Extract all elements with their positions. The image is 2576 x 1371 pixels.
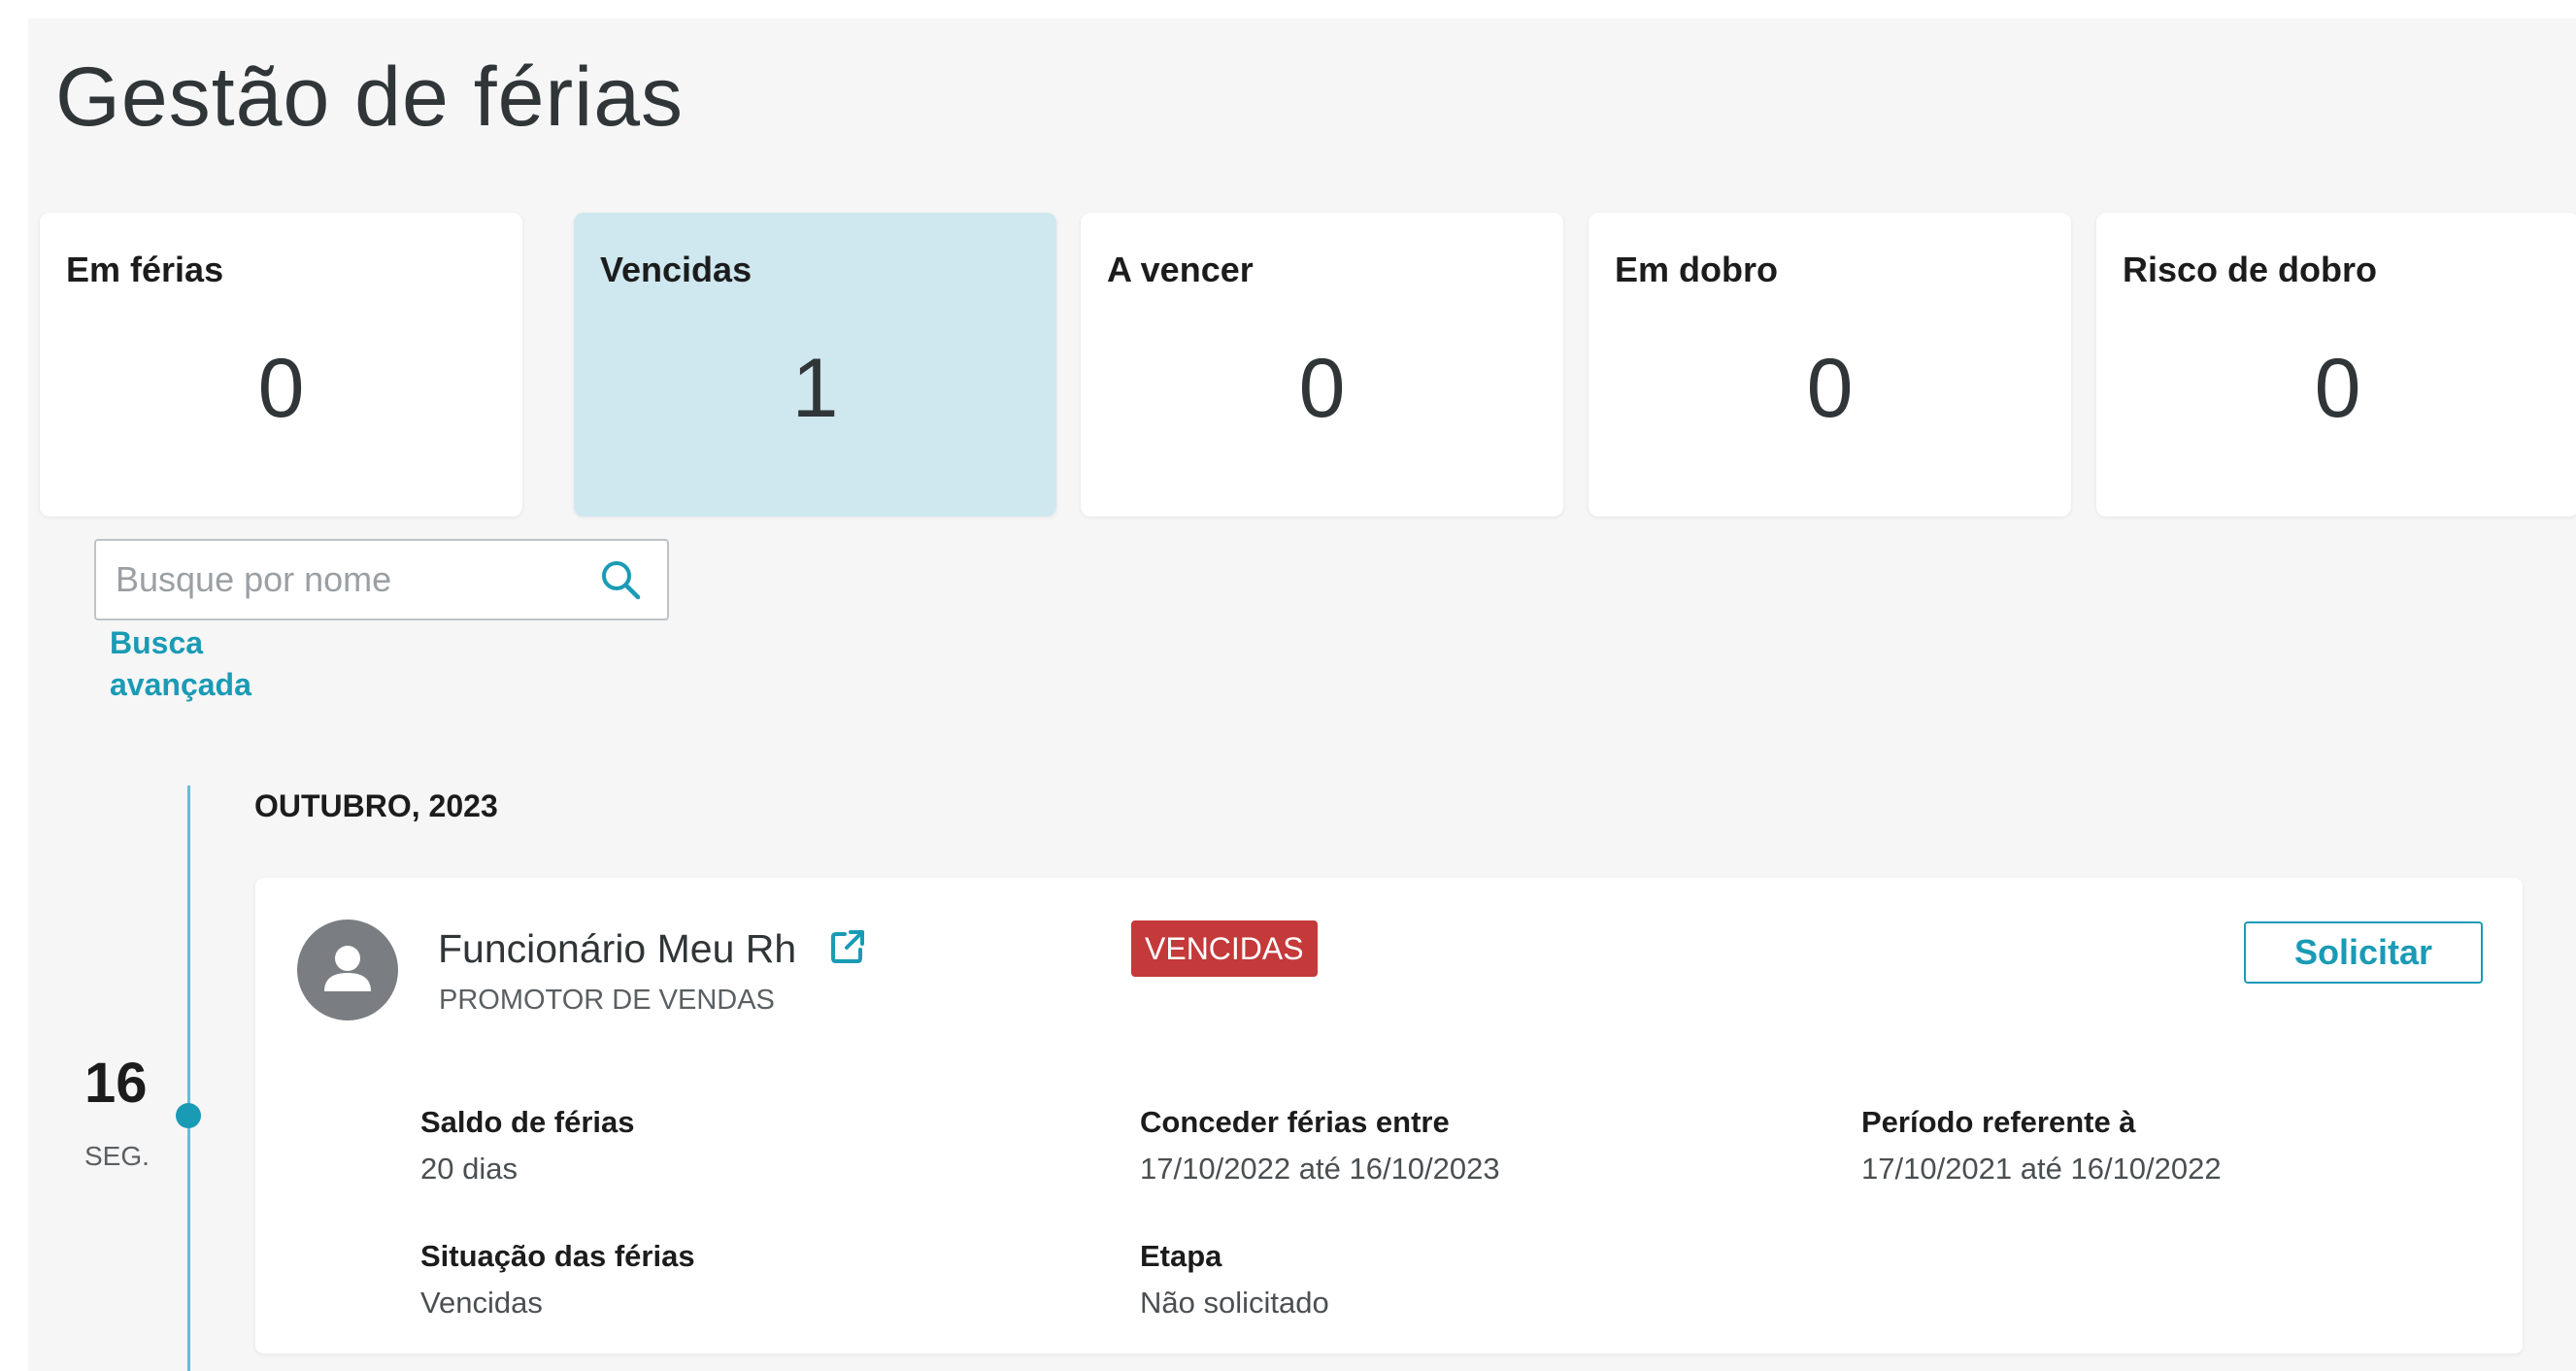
card-em-ferias[interactable]: Em férias 0 xyxy=(40,213,522,517)
card-em-dobro[interactable]: Em dobro 0 xyxy=(1589,213,2071,517)
field-situation: Situação das férias Vencidas xyxy=(420,1237,695,1322)
card-count: 1 xyxy=(791,342,839,435)
timeline-line xyxy=(187,786,190,1371)
field-value: Não solicitado xyxy=(1140,1286,1329,1320)
field-stage: Etapa Não solicitado xyxy=(1140,1237,1329,1322)
field-label: Etapa xyxy=(1140,1239,1222,1273)
day-number: 16 xyxy=(84,1052,148,1115)
page-title: Gestão de férias xyxy=(55,50,685,144)
request-button[interactable]: Solicitar xyxy=(2244,921,2483,984)
card-vencidas[interactable]: Vencidas 1 xyxy=(574,213,1056,517)
month-label: OUTUBRO, 2023 xyxy=(254,788,498,823)
card-label: Em férias xyxy=(66,250,224,289)
card-risco-de-dobro[interactable]: Risco de dobro 0 xyxy=(2096,213,2576,517)
field-value: 20 dias xyxy=(420,1152,518,1186)
card-count: 0 xyxy=(257,342,305,435)
external-link-icon[interactable] xyxy=(828,927,867,966)
card-count: 0 xyxy=(1298,342,1346,435)
search-icon[interactable] xyxy=(599,558,642,601)
field-reference-period: Período referente à 17/10/2021 até 16/10… xyxy=(1861,1103,2222,1188)
field-label: Saldo de férias xyxy=(420,1105,635,1139)
avatar xyxy=(297,920,398,1020)
search-box xyxy=(94,539,669,620)
card-a-vencer[interactable]: A vencer 0 xyxy=(1081,213,1563,517)
field-value: 17/10/2021 até 16/10/2022 xyxy=(1861,1152,2222,1186)
card-label: Vencidas xyxy=(600,250,753,289)
field-value: 17/10/2022 até 16/10/2023 xyxy=(1140,1152,1500,1186)
employee-role: PROMOTOR DE VENDAS xyxy=(439,985,775,1016)
field-value: Vencidas xyxy=(420,1286,543,1320)
employee-vacation-card: Funcionário Meu Rh PROMOTOR DE VENDAS VE… xyxy=(255,878,2523,1354)
advanced-search-link[interactable]: Busca avançada xyxy=(110,622,304,706)
day-of-week: SEG. xyxy=(84,1141,150,1171)
field-label: Conceder férias entre xyxy=(1140,1105,1450,1139)
card-label: Risco de dobro xyxy=(2123,250,2378,289)
card-count: 0 xyxy=(2314,342,2361,435)
field-label: Situação das férias xyxy=(420,1239,695,1273)
field-grant-between: Conceder férias entre 17/10/2022 até 16/… xyxy=(1140,1103,1500,1188)
field-balance: Saldo de férias 20 dias xyxy=(420,1103,635,1188)
field-label: Período referente à xyxy=(1861,1105,2136,1139)
timeline-dot xyxy=(176,1103,201,1128)
search-input[interactable] xyxy=(116,541,582,619)
status-badge: VENCIDAS xyxy=(1131,920,1318,977)
vacation-management-page: Gestão de férias Em férias 0 Vencidas 1 … xyxy=(28,18,2576,1371)
user-icon xyxy=(324,946,371,991)
employee-name-row: Funcionário Meu Rh xyxy=(438,926,867,972)
card-label: A vencer xyxy=(1107,250,1254,289)
employee-name[interactable]: Funcionário Meu Rh xyxy=(438,926,796,971)
card-label: Em dobro xyxy=(1615,250,1778,289)
card-count: 0 xyxy=(1806,342,1854,435)
